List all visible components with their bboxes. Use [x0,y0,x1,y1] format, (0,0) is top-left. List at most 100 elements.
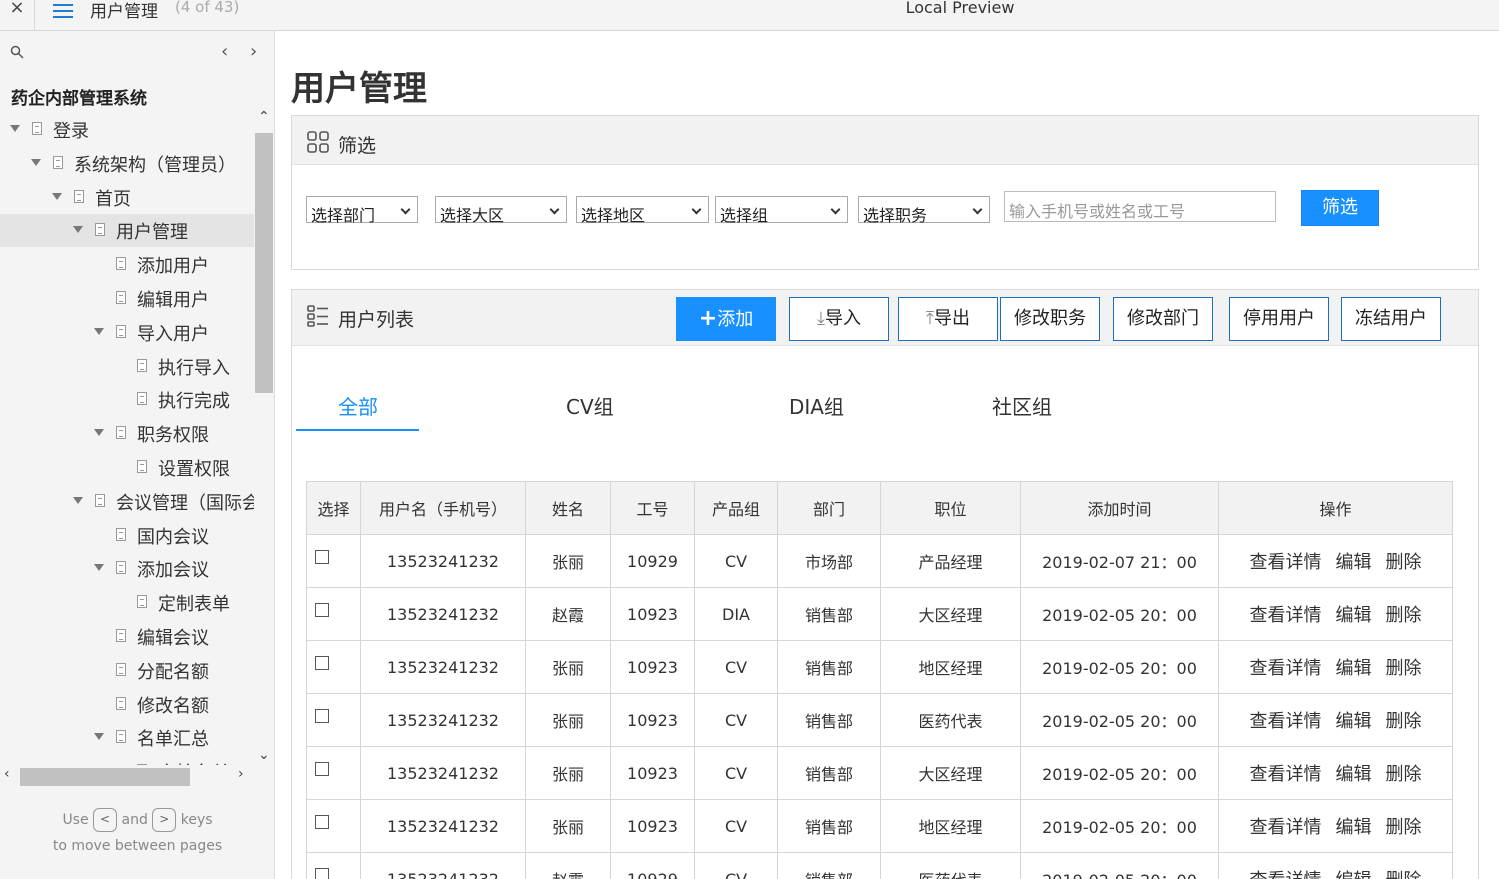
edit-link[interactable]: 编辑 [1336,870,1372,879]
edit-link[interactable]: 编辑 [1336,711,1372,732]
sidebar-item[interactable]: 添加用户 [0,248,254,281]
expand-triangle-icon[interactable] [73,496,83,504]
hscrollbar-thumb[interactable] [20,768,190,786]
edit-role-button[interactable]: 修改职务 [1000,297,1100,341]
prev-page-icon[interactable]: ‹ [221,41,228,62]
scroll-right-icon[interactable]: › [238,766,244,782]
department-select[interactable]: 选择部门 [306,196,418,225]
row-checkbox[interactable] [315,868,329,879]
edit-department-button[interactable]: 修改部门 [1113,297,1213,341]
cell-added-time: 2019-02-05 20：00 [1020,746,1219,800]
scrollbar-thumb[interactable] [255,133,273,393]
search-icon[interactable] [10,45,24,59]
expand-triangle-icon[interactable] [94,429,104,437]
expand-triangle-icon[interactable] [94,564,104,572]
row-checkbox[interactable] [315,709,329,723]
sidebar-item-label: 修改名额 [137,695,209,717]
search-input[interactable]: 输入手机号或姓名或工号 [1004,191,1276,222]
cell-department: 销售部 [777,640,881,694]
delete-link[interactable]: 删除 [1386,870,1422,879]
col-username: 用户名（手机号） [360,481,526,535]
cell-department: 销售部 [777,693,881,747]
sidebar-item[interactable]: 分配名额 [0,654,254,687]
delete-link[interactable]: 删除 [1386,764,1422,785]
sidebar-item[interactable]: 导入用户 [0,316,254,349]
horizontal-scrollbar[interactable]: ‹ › [0,765,254,787]
delete-link[interactable]: 删除 [1386,817,1422,838]
add-button[interactable]: +添加 [676,297,776,341]
row-checkbox[interactable] [315,762,329,776]
delete-link[interactable]: 删除 [1386,711,1422,732]
delete-link[interactable]: 删除 [1386,605,1422,626]
sidebar-item[interactable]: 修改名额 [0,688,254,721]
vertical-scrollbar[interactable]: ⌃ ⌄ [254,109,274,765]
view-details-link[interactable]: 查看详情 [1250,711,1322,732]
group-select[interactable]: 选择组 [715,196,848,225]
view-details-link[interactable]: 查看详情 [1250,605,1322,626]
area-select[interactable]: 选择地区 [576,196,709,225]
edit-link[interactable]: 编辑 [1336,764,1372,785]
close-icon[interactable]: × [0,0,35,31]
row-checkbox[interactable] [315,815,329,829]
tab-all[interactable]: 全部 [338,391,378,420]
scroll-left-icon[interactable]: ‹ [4,766,10,782]
filter-button[interactable]: 筛选 [1301,190,1379,226]
import-button-label: 导入 [824,308,861,329]
cell-select [306,640,361,694]
view-details-link[interactable]: 查看详情 [1250,817,1322,838]
upload-icon: ⤒ [926,308,934,329]
export-button[interactable]: ⤒导出 [898,297,998,341]
table-header-row: 选择 用户名（手机号） 姓名 工号 产品组 部门 职位 添加时间 操作 [306,481,1453,535]
menu-icon[interactable] [53,0,73,18]
expand-triangle-icon[interactable] [52,192,62,200]
scroll-up-icon[interactable]: ⌃ [258,109,270,125]
sidebar-item[interactable]: 执行导入 [0,350,254,383]
edit-link[interactable]: 编辑 [1336,817,1372,838]
sidebar-item[interactable]: 系统架构（管理员） [0,147,254,180]
view-details-link[interactable]: 查看详情 [1250,870,1322,879]
expand-triangle-icon[interactable] [94,733,104,741]
edit-link[interactable]: 编辑 [1336,605,1372,626]
sidebar-item-label: 编辑会议 [137,628,209,649]
expand-triangle-icon[interactable] [31,158,41,166]
sidebar-item[interactable]: 编辑会议 [0,620,254,653]
edit-link[interactable]: 编辑 [1336,552,1372,573]
region-select[interactable]: 选择大区 [435,196,567,225]
row-checkbox[interactable] [315,656,329,670]
sidebar-item[interactable]: 国内会议 [0,519,254,552]
expand-triangle-icon[interactable] [94,327,104,335]
tab-cv[interactable]: CV组 [566,391,614,420]
edit-link[interactable]: 编辑 [1336,658,1372,679]
next-page-icon[interactable]: › [250,41,257,62]
sidebar-item[interactable]: 设置权限 [0,451,254,484]
sidebar-item[interactable]: 添加会议 [0,552,254,585]
sidebar-item[interactable]: 用户管理 [0,214,254,248]
tab-dia[interactable]: DIA组 [789,391,844,420]
freeze-user-button[interactable]: 冻结用户 [1341,297,1441,341]
cell-name: 张丽 [525,640,611,694]
role-select[interactable]: 选择职务 [858,196,990,225]
sidebar-item[interactable]: 名单汇总 [0,721,254,754]
sidebar-item[interactable]: 登录 [0,113,254,146]
disable-user-button[interactable]: 停用用户 [1229,297,1329,341]
row-checkbox[interactable] [315,603,329,617]
expand-triangle-icon[interactable] [10,125,20,132]
sidebar-item[interactable]: 审核名单 [0,755,254,765]
delete-link[interactable]: 删除 [1386,552,1422,573]
sidebar-item[interactable]: 首页 [0,181,254,214]
sidebar-item[interactable]: 执行完成 [0,383,254,416]
scroll-down-icon[interactable]: ⌄ [258,747,270,763]
cell-position: 地区经理 [880,640,1021,694]
view-details-link[interactable]: 查看详情 [1250,764,1322,785]
sidebar-item[interactable]: 编辑用户 [0,282,254,315]
sidebar-item[interactable]: 会议管理（国际会 [0,485,254,518]
row-checkbox[interactable] [315,550,329,564]
sidebar-item[interactable]: 职务权限 [0,417,254,450]
sidebar-item[interactable]: 定制表单 [0,586,254,619]
view-details-link[interactable]: 查看详情 [1250,658,1322,679]
view-details-link[interactable]: 查看详情 [1250,552,1322,573]
delete-link[interactable]: 删除 [1386,658,1422,679]
tab-community[interactable]: 社区组 [992,391,1052,420]
expand-triangle-icon[interactable] [73,226,83,234]
import-button[interactable]: ⤓导入 [789,297,889,341]
